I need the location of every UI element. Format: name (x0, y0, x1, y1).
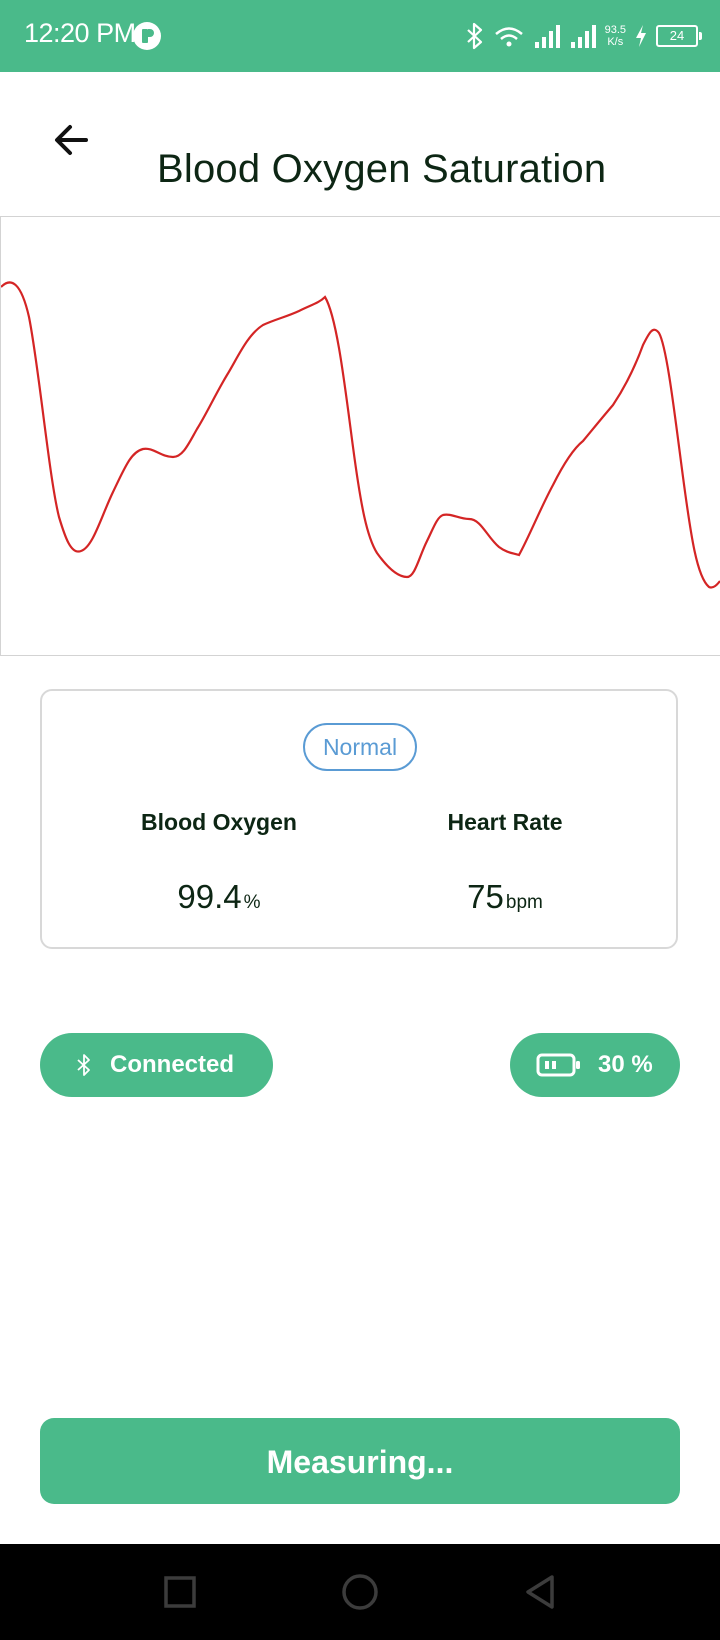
net-speed-value: 93.5 (604, 24, 626, 36)
measuring-button[interactable]: Measuring... (40, 1418, 680, 1504)
battery-label: 30 % (598, 1051, 653, 1078)
status-battery: 24 (656, 25, 702, 47)
heart-rate-reading: 75 bpm (355, 878, 655, 916)
heart-rate-value: 75 (467, 878, 504, 915)
triangle-back-icon[interactable] (520, 1572, 560, 1612)
bluetooth-icon (77, 1054, 90, 1076)
status-bar: 12:20 PM 93.5 K/s 24 (0, 0, 720, 72)
heart-rate-label: Heart Rate (447, 809, 563, 835)
blood-oxygen-value: 99.4 (177, 878, 242, 915)
blood-oxygen-metric: Blood Oxygen 99.4% (69, 809, 369, 916)
back-arrow-icon[interactable] (48, 116, 96, 164)
status-icons: 93.5 K/s 24 (465, 18, 702, 54)
pleth-waveform (0, 216, 720, 656)
bluetooth-status-icon (466, 22, 482, 50)
blood-oxygen-unit: % (243, 892, 261, 913)
battery-icon (536, 1053, 580, 1077)
app-bar: Blood Oxygen Saturation (0, 72, 720, 216)
blood-oxygen-reading: 99.4% (69, 878, 369, 916)
circle-icon[interactable] (340, 1572, 380, 1612)
device-battery-status: 30 % (510, 1033, 680, 1097)
heart-rate-metric: Heart Rate 75 bpm (355, 809, 655, 916)
square-icon[interactable] (160, 1572, 200, 1612)
waveform-svg (1, 281, 720, 589)
wifi-icon (494, 27, 523, 47)
status-badge: Normal (303, 723, 417, 771)
system-nav-bar (0, 1544, 720, 1640)
net-speed-unit: K/s (607, 36, 624, 48)
heart-rate-unit: bpm (505, 892, 543, 913)
waveform-line (1, 281, 720, 589)
page-title: Blood Oxygen Saturation (157, 146, 607, 191)
signal-icon-1 (534, 25, 560, 48)
net-speed: 93.5 K/s (605, 24, 626, 48)
measurement-card: Normal Blood Oxygen 99.4% Heart Rate 75 b… (40, 689, 678, 949)
blood-oxygen-label: Blood Oxygen (141, 809, 297, 835)
app-notification-icon (133, 22, 161, 50)
signal-icon-2 (570, 25, 596, 48)
connection-label: Connected (110, 1051, 235, 1078)
status-time: 12:20 PM (24, 18, 136, 48)
charging-icon (636, 25, 646, 47)
connection-status-button[interactable]: Connected (40, 1033, 273, 1097)
